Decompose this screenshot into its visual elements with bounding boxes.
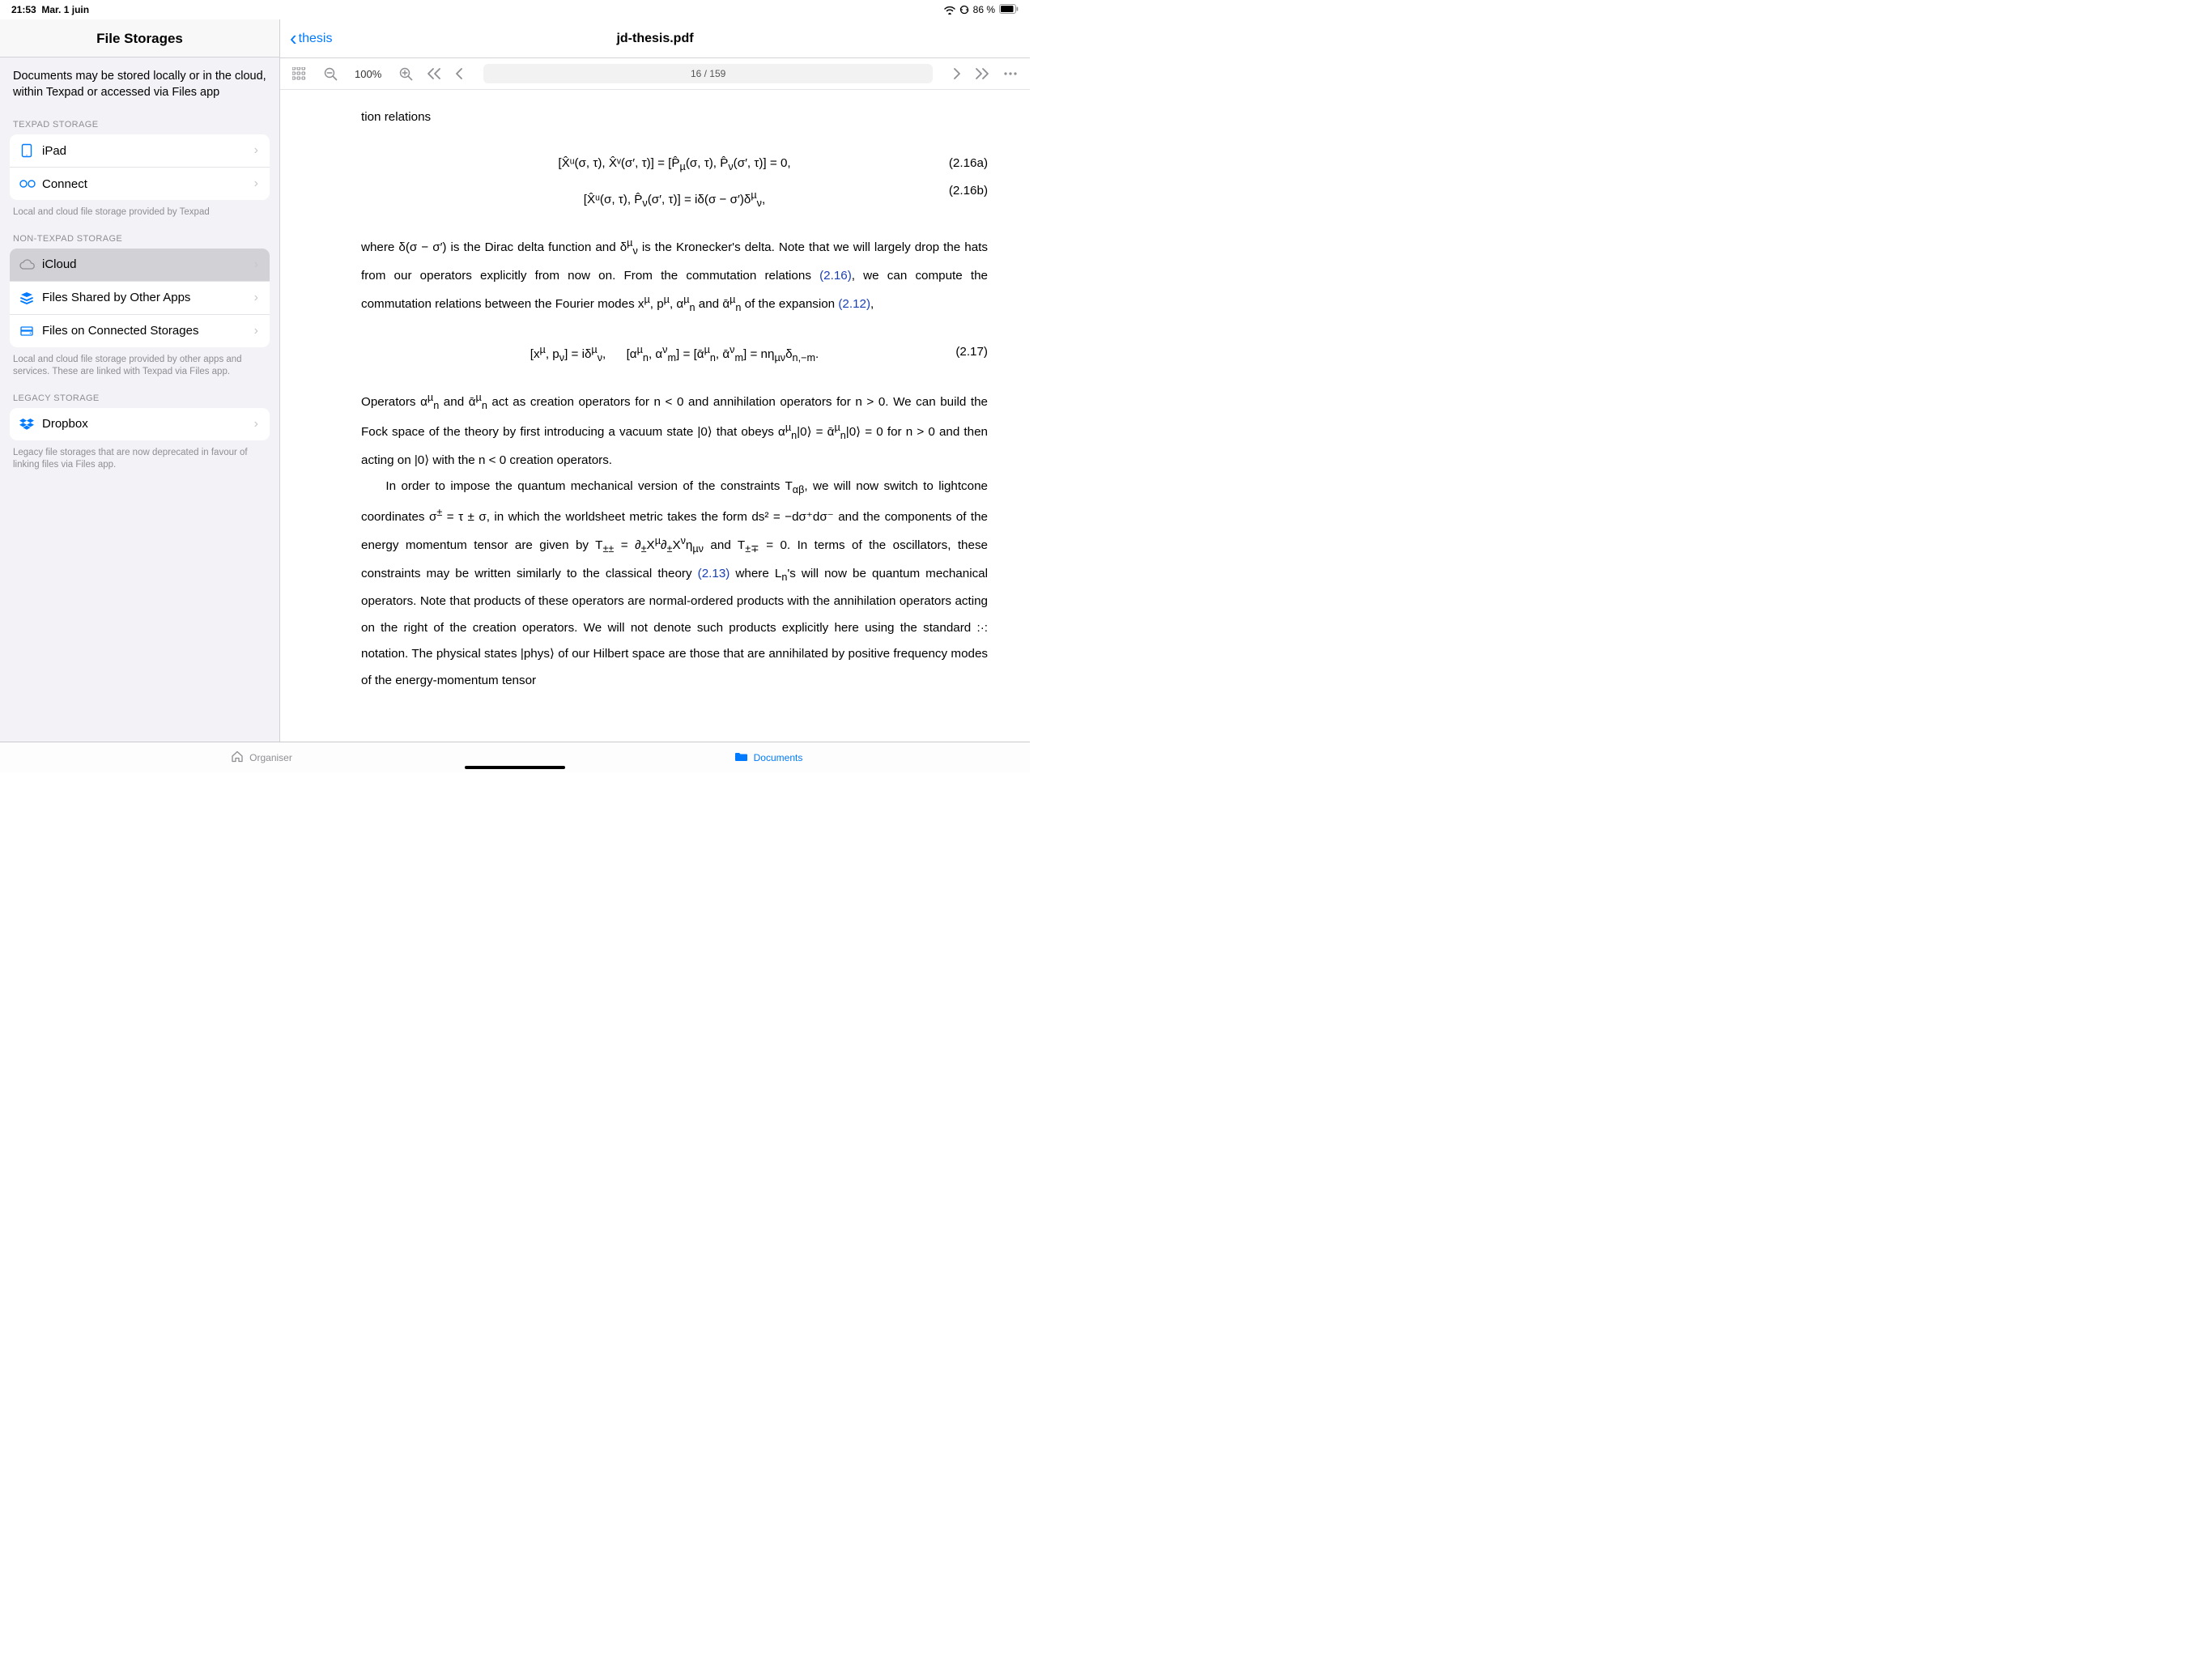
battery-percent: 86 % [973, 4, 995, 15]
document-title: jd-thesis.pdf [616, 32, 693, 46]
zoom-in-button[interactable] [394, 63, 417, 84]
section-footer-legacy: Legacy file storages that are now deprec… [0, 440, 279, 472]
content-area: ‹ thesis jd-thesis.pdf 100% 16 / 159 [280, 19, 1030, 742]
pdf-page: tion relations [X̂ᵘ(σ, τ), X̂ᵛ(σ′, τ)] =… [280, 90, 1030, 695]
home-indicator[interactable] [465, 766, 565, 769]
sidebar-item-label: Files Shared by Other Apps [42, 291, 254, 304]
back-button[interactable]: ‹ thesis [290, 32, 332, 46]
back-label: thesis [299, 32, 333, 46]
sidebar-item-files-connected[interactable]: Files on Connected Storages › [10, 315, 270, 347]
chevron-right-icon: › [254, 257, 258, 272]
section-header-texpad: TEXPAD STORAGE [0, 105, 279, 134]
sidebar-item-ipad[interactable]: iPad › [10, 134, 270, 168]
layers-icon [19, 291, 42, 304]
equation-number: (2.16a) [949, 151, 988, 177]
equation-line: [xµ, pν] = iδµν, [αµn, ανm] = [ᾱµn, ᾱνm]… [361, 339, 988, 369]
equation-line: [X̂ᵘ(σ, τ), P̂ν(σ′, τ)] = iδ(σ − σ′)δµν, [361, 185, 988, 215]
prev-page-button[interactable] [451, 63, 467, 84]
section-header-nontexpad: NON-TEXPAD STORAGE [0, 219, 279, 249]
chevron-right-icon: › [254, 176, 258, 191]
chevron-right-icon: › [254, 143, 258, 158]
home-icon [231, 750, 244, 765]
equation-block-217: [xµ, pν] = iδµν, [αµn, ανm] = [ᾱµn, ᾱνm]… [361, 339, 988, 369]
pdf-paragraph: Operators αµn and ᾱµn act as creation op… [361, 387, 988, 474]
last-page-button[interactable] [973, 63, 991, 84]
cloud-icon [19, 259, 42, 270]
status-date: Mar. 1 juin [41, 4, 89, 15]
next-page-button[interactable] [949, 63, 965, 84]
thumbnail-grid-button[interactable] [288, 63, 311, 84]
drive-icon [19, 325, 42, 338]
page-indicator[interactable]: 16 / 159 [483, 64, 933, 83]
sidebar-item-label: Dropbox [42, 417, 254, 431]
pdf-viewport[interactable]: tion relations [X̂ᵘ(σ, τ), X̂ᵛ(σ′, τ)] =… [280, 90, 1030, 742]
sidebar-item-label: Files on Connected Storages [42, 324, 254, 338]
connect-icon [19, 179, 42, 189]
equation-block-216: [X̂ᵘ(σ, τ), X̂ᵛ(σ′, τ)] = [P̂µ(σ, τ), P̂… [361, 151, 988, 215]
tab-label: Documents [754, 752, 803, 763]
dropbox-icon [19, 418, 42, 431]
sidebar-descriptor: Documents may be stored locally or in th… [0, 57, 279, 105]
more-button[interactable] [999, 63, 1022, 84]
ref-link[interactable]: (2.12) [838, 297, 870, 311]
tab-label: Organiser [249, 752, 292, 763]
ref-link[interactable]: (2.16) [819, 269, 852, 283]
equation-line: [X̂ᵘ(σ, τ), X̂ᵛ(σ′, τ)] = [P̂µ(σ, τ), P̂… [361, 151, 988, 178]
pdf-paragraph: In order to impose the quantum mechanica… [361, 474, 988, 694]
pdf-paragraph: where δ(σ − σ′) is the Dirac delta funct… [361, 232, 988, 319]
sidebar-item-label: iPad [42, 144, 254, 158]
sync-icon [959, 5, 969, 15]
sidebar: File Storages Documents may be stored lo… [0, 19, 280, 742]
section-header-legacy: LEGACY STORAGE [0, 379, 279, 408]
sidebar-item-label: Connect [42, 177, 254, 191]
chevron-left-icon: ‹ [290, 32, 297, 45]
sidebar-item-label: iCloud [42, 257, 254, 271]
status-time: 21:53 [11, 4, 36, 15]
battery-icon [999, 4, 1019, 16]
tab-organiser[interactable]: Organiser [8, 750, 515, 765]
zoom-out-button[interactable] [319, 63, 342, 84]
zoom-level[interactable]: 100% [350, 68, 386, 80]
sidebar-item-icloud[interactable]: iCloud › [10, 249, 270, 282]
wifi-icon [944, 6, 955, 15]
section-footer-texpad: Local and cloud file storage provided by… [0, 200, 279, 219]
folder-icon [734, 751, 748, 764]
tab-documents[interactable]: Documents [515, 751, 1022, 764]
chevron-right-icon: › [254, 417, 258, 432]
chevron-right-icon: › [254, 324, 258, 338]
first-page-button[interactable] [425, 63, 443, 84]
content-header: ‹ thesis jd-thesis.pdf [280, 19, 1030, 58]
sidebar-title: File Storages [0, 19, 279, 57]
pdf-text-fragment: tion relations [361, 104, 988, 131]
section-footer-nontexpad: Local and cloud file storage provided by… [0, 347, 279, 379]
chevron-right-icon: › [254, 291, 258, 305]
ipad-icon [19, 143, 42, 158]
sidebar-item-dropbox[interactable]: Dropbox › [10, 408, 270, 440]
sidebar-item-files-shared[interactable]: Files Shared by Other Apps › [10, 282, 270, 315]
equation-number: (2.17) [955, 339, 988, 366]
status-bar: 21:53 Mar. 1 juin 86 % [0, 0, 1030, 19]
sidebar-item-connect[interactable]: Connect › [10, 168, 270, 200]
equation-number: (2.16b) [949, 178, 988, 205]
pdf-toolbar: 100% 16 / 159 [280, 58, 1030, 90]
ref-link[interactable]: (2.13) [698, 567, 730, 580]
